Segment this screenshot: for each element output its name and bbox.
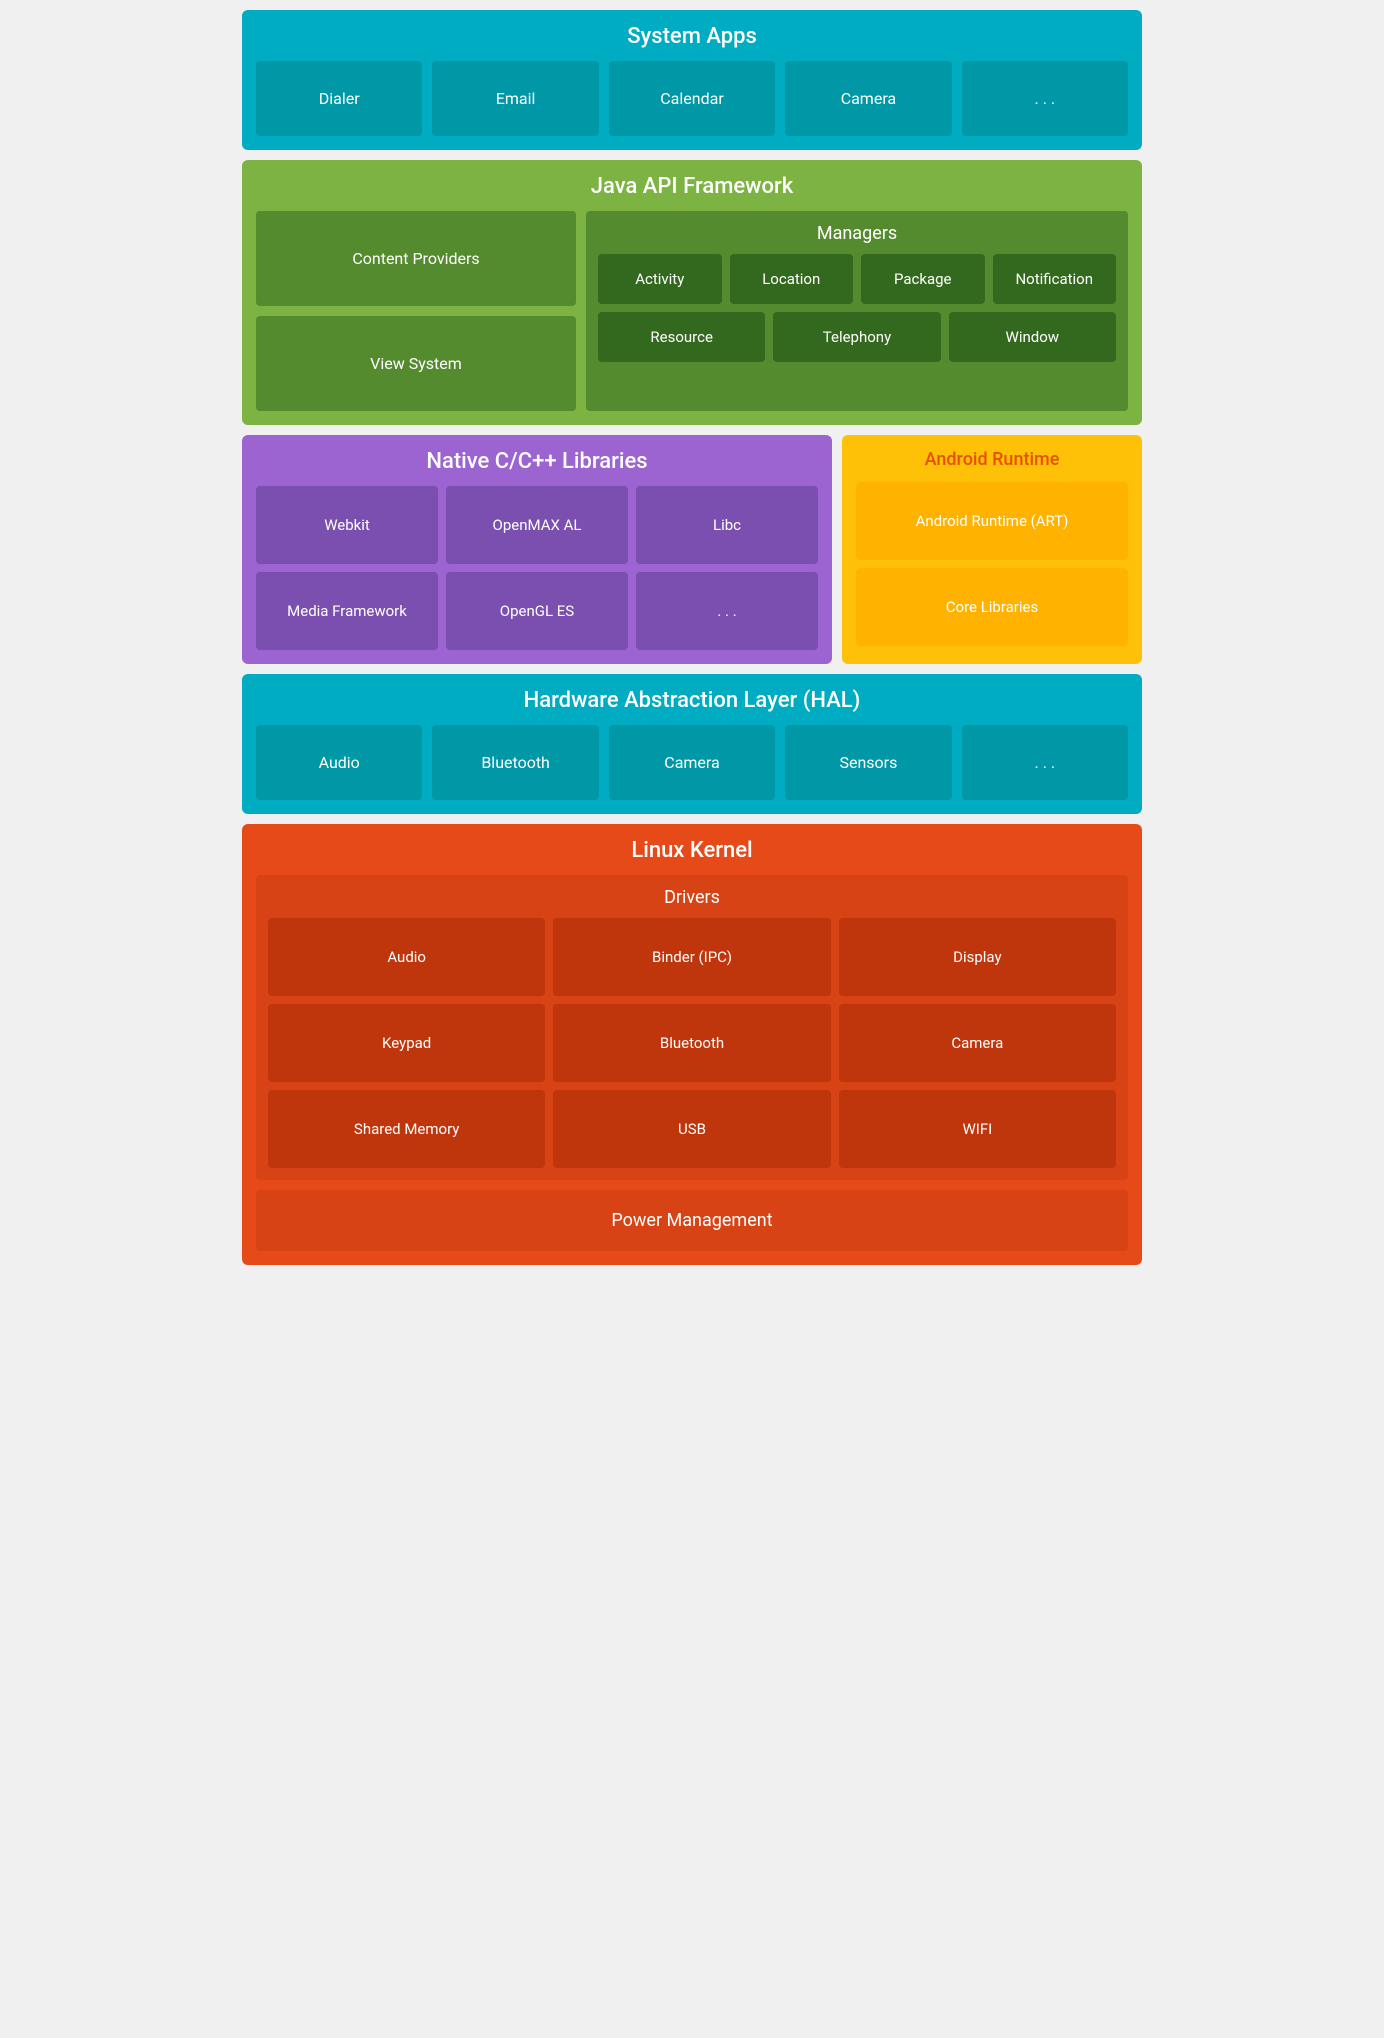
java-api-inner: Content Providers View System Managers A… (256, 211, 1128, 411)
hal-title: Hardware Abstraction Layer (HAL) (256, 688, 1128, 713)
list-item: . . . (636, 572, 818, 650)
native-cpp-layer: Native C/C++ Libraries Webkit OpenMAX AL… (242, 435, 832, 664)
drivers-row-3: Shared Memory USB WIFI (268, 1090, 1116, 1168)
list-item: Camera (609, 725, 775, 800)
drivers-row-1: Audio Binder (IPC) Display (268, 918, 1116, 996)
list-item: . . . (962, 61, 1128, 136)
list-item: Notification (993, 254, 1117, 304)
list-item: Content Providers (256, 211, 576, 306)
drivers-row-2: Keypad Bluetooth Camera (268, 1004, 1116, 1082)
system-apps-layer: System Apps Dialer Email Calendar Camera… (242, 10, 1142, 150)
list-item: Activity (598, 254, 722, 304)
list-item: Bluetooth (432, 725, 598, 800)
hal-boxes: Audio Bluetooth Camera Sensors . . . (256, 725, 1128, 800)
list-item: OpenMAX AL (446, 486, 628, 564)
list-item: Calendar (609, 61, 775, 136)
list-item: Core Libraries (856, 568, 1128, 646)
system-apps-boxes: Dialer Email Calendar Camera . . . (256, 61, 1128, 136)
power-management: Power Management (256, 1190, 1128, 1251)
drivers-section: Drivers Audio Binder (IPC) Display Keypa… (256, 875, 1128, 1180)
list-item: Android Runtime (ART) (856, 482, 1128, 560)
native-row-2: Media Framework OpenGL ES . . . (256, 572, 818, 650)
linux-kernel-layer: Linux Kernel Drivers Audio Binder (IPC) … (242, 824, 1142, 1265)
managers-row-1: Activity Location Package Notification (598, 254, 1116, 304)
list-item: Telephony (773, 312, 940, 362)
list-item: Audio (256, 725, 422, 800)
native-cpp-boxes: Webkit OpenMAX AL Libc Media Framework O… (256, 486, 818, 650)
list-item: Camera (785, 61, 951, 136)
managers-section: Managers Activity Location Package Notif… (586, 211, 1128, 411)
list-item: Window (949, 312, 1116, 362)
list-item: Libc (636, 486, 818, 564)
android-runtime-boxes: Android Runtime (ART) Core Libraries (856, 482, 1128, 646)
native-cpp-title: Native C/C++ Libraries (256, 449, 818, 474)
list-item: OpenGL ES (446, 572, 628, 650)
list-item: Bluetooth (553, 1004, 830, 1082)
java-api-title: Java API Framework (256, 174, 1128, 199)
linux-kernel-title: Linux Kernel (256, 838, 1128, 863)
native-runtime-row: Native C/C++ Libraries Webkit OpenMAX AL… (242, 435, 1142, 664)
hal-layer: Hardware Abstraction Layer (HAL) Audio B… (242, 674, 1142, 814)
system-apps-title: System Apps (256, 24, 1128, 49)
list-item: WIFI (839, 1090, 1116, 1168)
list-item: Location (730, 254, 854, 304)
list-item: Package (861, 254, 985, 304)
list-item: Dialer (256, 61, 422, 136)
drivers-title: Drivers (268, 887, 1116, 908)
list-item: Media Framework (256, 572, 438, 650)
drivers-grid: Audio Binder (IPC) Display Keypad Blueto… (268, 918, 1116, 1168)
list-item: Shared Memory (268, 1090, 545, 1168)
list-item: Sensors (785, 725, 951, 800)
list-item: USB (553, 1090, 830, 1168)
list-item: Camera (839, 1004, 1116, 1082)
list-item: Webkit (256, 486, 438, 564)
list-item: Resource (598, 312, 765, 362)
managers-title: Managers (598, 223, 1116, 244)
list-item: . . . (962, 725, 1128, 800)
android-architecture-diagram: System Apps Dialer Email Calendar Camera… (242, 10, 1142, 1265)
native-row-1: Webkit OpenMAX AL Libc (256, 486, 818, 564)
list-item: Email (432, 61, 598, 136)
list-item: Audio (268, 918, 545, 996)
list-item: Binder (IPC) (553, 918, 830, 996)
list-item: View System (256, 316, 576, 411)
java-api-left: Content Providers View System (256, 211, 576, 411)
java-api-layer: Java API Framework Content Providers Vie… (242, 160, 1142, 425)
list-item: Display (839, 918, 1116, 996)
android-runtime-layer: Android Runtime Android Runtime (ART) Co… (842, 435, 1142, 664)
managers-row-2: Resource Telephony Window (598, 312, 1116, 362)
android-runtime-title: Android Runtime (856, 449, 1128, 470)
list-item: Keypad (268, 1004, 545, 1082)
